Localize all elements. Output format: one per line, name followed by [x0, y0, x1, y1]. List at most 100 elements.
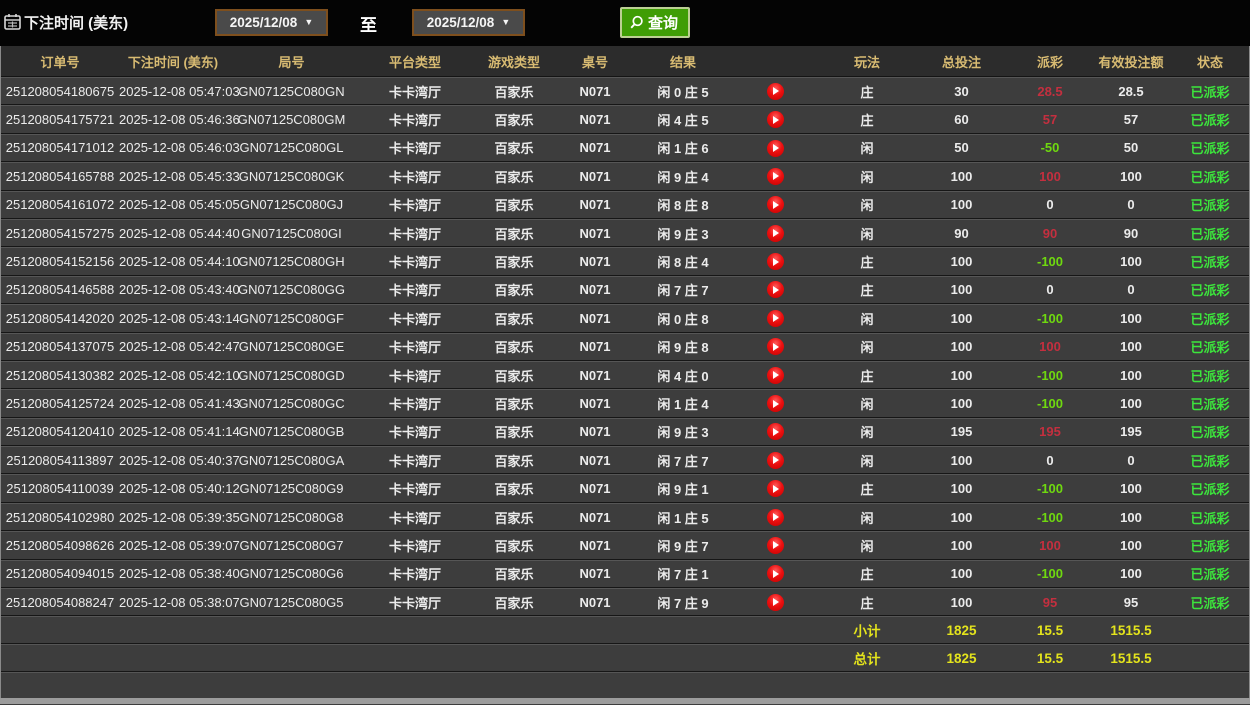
cell-game-type: 百家乐: [474, 418, 554, 446]
replay-icon[interactable]: [767, 225, 784, 242]
cell-order-id: 251208054110039: [1, 474, 119, 502]
cell-result: 闲 7 庄 7: [636, 276, 730, 304]
replay-icon[interactable]: [767, 140, 784, 157]
cell-platform: 卡卡湾厅: [356, 276, 474, 304]
table-row: 251208054137075 2025-12-08 05:42:47 GN07…: [1, 333, 1249, 361]
cell-table-no: N071: [554, 389, 636, 417]
cell-round-id: GN07125C080G7: [227, 531, 356, 559]
cell-payout: -100: [1009, 361, 1091, 389]
cell-total-bet: 100: [914, 503, 1009, 531]
total-payout: 15.5: [1009, 644, 1091, 672]
cell-result: 闲 9 庄 3: [636, 219, 730, 247]
cell-order-id: 251208054130382: [1, 361, 119, 389]
cell-result: 闲 9 庄 1: [636, 474, 730, 502]
cell-status: 已派彩: [1171, 247, 1249, 275]
table-row: 251208054098626 2025-12-08 05:39:07 GN07…: [1, 531, 1249, 559]
cell-order-id: 251208054175721: [1, 105, 119, 133]
table-row: 251208054088247 2025-12-08 05:38:07 GN07…: [1, 588, 1249, 616]
cell-bet-side: 闲: [820, 418, 914, 446]
cell-table-no: N071: [554, 77, 636, 105]
cell-valid-bet: 100: [1091, 560, 1171, 588]
cell-payout: 57: [1009, 105, 1091, 133]
play-triangle-icon: [773, 116, 779, 124]
cell-payout: -100: [1009, 389, 1091, 417]
cell-payout: 0: [1009, 276, 1091, 304]
cell-valid-bet: 57: [1091, 105, 1171, 133]
cell-valid-bet: 100: [1091, 162, 1171, 190]
col-header-platform: 平台类型: [356, 46, 474, 77]
table-row: 251208054157275 2025-12-08 05:44:40 GN07…: [1, 219, 1249, 247]
col-header-order-id: 订单号: [1, 46, 119, 77]
cell-status: 已派彩: [1171, 588, 1249, 616]
cell-round-id: GN07125C080GG: [227, 276, 356, 304]
cell-valid-bet: 50: [1091, 134, 1171, 162]
replay-icon[interactable]: [767, 196, 784, 213]
cell-table-no: N071: [554, 191, 636, 219]
cell-order-id: 251208054165788: [1, 162, 119, 190]
date-from-select[interactable]: 2025/12/08 ▼: [215, 9, 328, 36]
replay-icon[interactable]: [767, 338, 784, 355]
cell-bet-side: 庄: [820, 276, 914, 304]
cell-status: 已派彩: [1171, 134, 1249, 162]
table-row: 251208054113897 2025-12-08 05:40:37 GN07…: [1, 446, 1249, 474]
replay-icon[interactable]: [767, 310, 784, 327]
replay-icon[interactable]: [767, 111, 784, 128]
cell-game-type: 百家乐: [474, 162, 554, 190]
cell-result: 闲 7 庄 9: [636, 588, 730, 616]
replay-icon[interactable]: [767, 509, 784, 526]
cell-game-type: 百家乐: [474, 219, 554, 247]
replay-icon[interactable]: [767, 452, 784, 469]
replay-icon[interactable]: [767, 253, 784, 270]
cell-valid-bet: 95: [1091, 588, 1171, 616]
table-row: 251208054165788 2025-12-08 05:45:33 GN07…: [1, 162, 1249, 190]
cell-valid-bet: 0: [1091, 276, 1171, 304]
replay-icon[interactable]: [767, 565, 784, 582]
replay-icon[interactable]: [767, 480, 784, 497]
cell-payout: -100: [1009, 560, 1091, 588]
cell-round-id: GN07125C080GA: [227, 446, 356, 474]
cell-bet-time: 2025-12-08 05:38:07: [119, 588, 227, 616]
col-header-payout: 派彩: [1009, 46, 1091, 77]
cell-total-bet: 100: [914, 560, 1009, 588]
cell-round-id: GN07125C080GC: [227, 389, 356, 417]
cell-valid-bet: 100: [1091, 531, 1171, 559]
replay-icon[interactable]: [767, 594, 784, 611]
bet-records-table: 订单号 下注时间 (美东) 局号 平台类型 游戏类型 桌号 结果 玩法 总投注 …: [1, 46, 1249, 672]
table-row: 251208054110039 2025-12-08 05:40:12 GN07…: [1, 474, 1249, 502]
replay-icon[interactable]: [767, 423, 784, 440]
play-triangle-icon: [773, 371, 779, 379]
cell-payout: 195: [1009, 418, 1091, 446]
cell-game-type: 百家乐: [474, 361, 554, 389]
query-button[interactable]: 查询: [620, 7, 690, 38]
replay-icon[interactable]: [767, 395, 784, 412]
replay-icon[interactable]: [767, 281, 784, 298]
replay-icon[interactable]: [767, 367, 784, 384]
search-icon: [629, 15, 644, 30]
play-triangle-icon: [773, 258, 779, 266]
cell-platform: 卡卡湾厅: [356, 503, 474, 531]
replay-icon[interactable]: [767, 83, 784, 100]
date-to-select[interactable]: 2025/12/08 ▼: [412, 9, 525, 36]
cell-total-bet: 100: [914, 474, 1009, 502]
cell-valid-bet: 100: [1091, 333, 1171, 361]
cell-bet-time: 2025-12-08 05:41:14: [119, 418, 227, 446]
cell-bet-time: 2025-12-08 05:45:33: [119, 162, 227, 190]
cell-total-bet: 90: [914, 219, 1009, 247]
cell-platform: 卡卡湾厅: [356, 191, 474, 219]
cell-table-no: N071: [554, 531, 636, 559]
cell-table-no: N071: [554, 162, 636, 190]
replay-icon[interactable]: [767, 537, 784, 554]
replay-icon[interactable]: [767, 168, 784, 185]
cell-table-no: N071: [554, 105, 636, 133]
cell-bet-side: 闲: [820, 503, 914, 531]
cell-valid-bet: 100: [1091, 503, 1171, 531]
col-header-result: 结果: [636, 46, 730, 77]
cell-total-bet: 100: [914, 361, 1009, 389]
subtotal-payout: 15.5: [1009, 616, 1091, 644]
subtotal-label: 小计: [820, 616, 914, 644]
cell-payout: -50: [1009, 134, 1091, 162]
subtotal-valid: 1515.5: [1091, 616, 1171, 644]
date-from-value: 2025/12/08: [230, 15, 298, 30]
cell-order-id: 251208054180675: [1, 77, 119, 105]
bottom-scroll-strip: [0, 698, 1250, 704]
